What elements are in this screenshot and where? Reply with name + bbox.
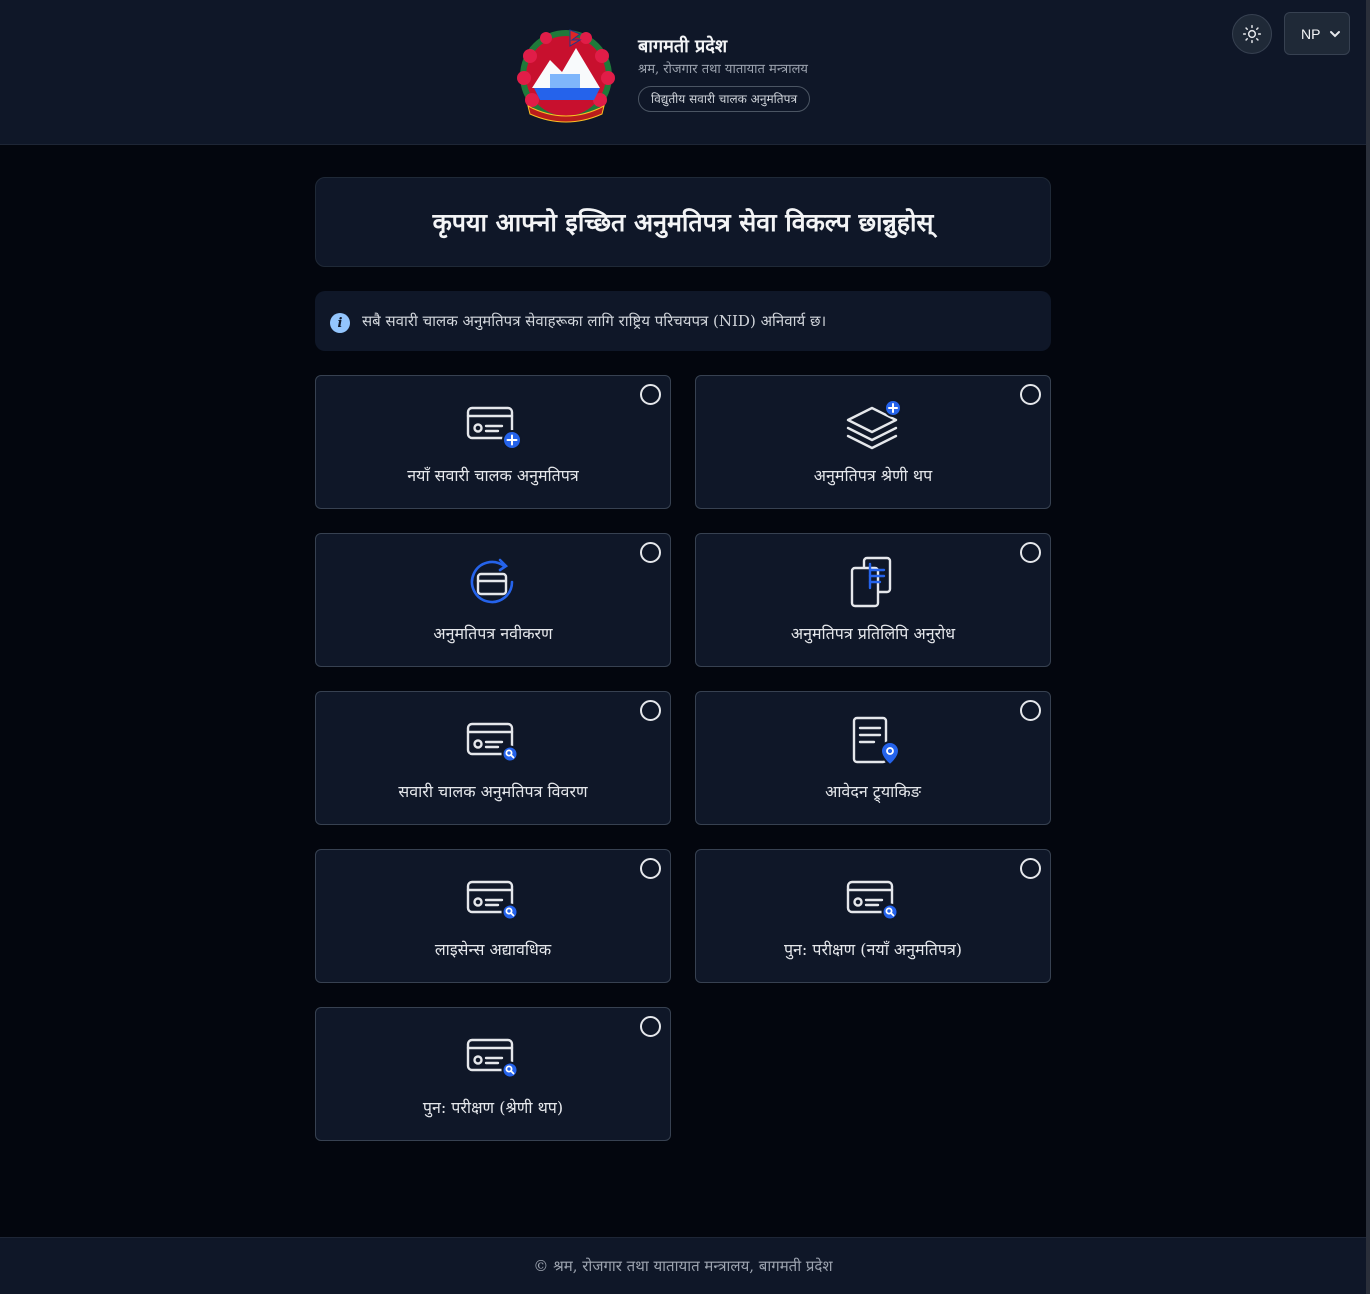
government-emblem-icon <box>517 29 615 123</box>
card-search-icon <box>466 722 519 763</box>
radio-button[interactable] <box>640 542 661 563</box>
theme-toggle-button[interactable] <box>1232 14 1272 54</box>
option-label: आवेदन ट्र्याकिङ <box>825 782 921 801</box>
radio-button[interactable] <box>1020 384 1041 405</box>
renew-card-icon <box>470 558 514 604</box>
option-card-license-update[interactable]: लाइसेन्स अद्यावधिक <box>315 849 671 983</box>
layers-plus-icon <box>846 399 902 450</box>
option-label: अनुमतिपत्र श्रेणी थप <box>813 466 933 485</box>
card-plus-icon <box>466 406 522 450</box>
option-label: पुन: परीक्षण (श्रेणी थप) <box>422 1098 564 1117</box>
brand-title: बागमती प्रदेश <box>638 36 728 57</box>
language-value: NP <box>1301 25 1321 42</box>
language-select[interactable]: NP <box>1284 12 1350 55</box>
chevron-down-icon <box>1330 31 1340 38</box>
footer: © श्रम, रोजगार तथा यातायात मन्त्रालय, बा… <box>0 1237 1366 1294</box>
brand: बागमती प्रदेश श्रम, रोजगार तथा यातायात म… <box>510 26 811 126</box>
info-icon: i <box>330 313 350 333</box>
radio-button[interactable] <box>640 1016 661 1037</box>
sun-icon <box>1242 24 1262 44</box>
radio-button[interactable] <box>1020 542 1041 563</box>
radio-button[interactable] <box>640 700 661 721</box>
radio-button[interactable] <box>1020 858 1041 879</box>
option-card-duplicate[interactable]: अनुमतिपत्र प्रतिलिपि अनुरोध <box>695 533 1051 667</box>
option-card-license-details[interactable]: सवारी चालक अनुमतिपत्र विवरण <box>315 691 671 825</box>
option-label: अनुमतिपत्र नवीकरण <box>433 624 553 643</box>
info-text: सबै सवारी चालक अनुमतिपत्र सेवाहरूका लागि… <box>362 312 827 330</box>
scrollbar[interactable] <box>1366 0 1370 1294</box>
radio-button[interactable] <box>1020 700 1041 721</box>
option-card-category-add[interactable]: अनुमतिपत्र श्रेणी थप <box>695 375 1051 509</box>
info-banner: i सबै सवारी चालक अनुमतिपत्र सेवाहरूका ला… <box>315 291 1051 351</box>
option-label: लाइसेन्स अद्यावधिक <box>434 940 552 959</box>
option-card-application-tracking[interactable]: आवेदन ट्र्याकिङ <box>695 691 1051 825</box>
card-search-icon <box>466 880 519 921</box>
option-label: नयाँ सवारी चालक अनुमतिपत्र <box>407 466 579 485</box>
option-label: सवारी चालक अनुमतिपत्र विवरण <box>398 782 588 801</box>
option-card-new-license[interactable]: नयाँ सवारी चालक अनुमतिपत्र <box>315 375 671 509</box>
option-card-retest-new[interactable]: पुन: परीक्षण (नयाँ अनुमतिपत्र) <box>695 849 1051 983</box>
card-search-icon <box>466 1038 519 1079</box>
option-label: अनुमतिपत्र प्रतिलिपि अनुरोध <box>790 624 956 643</box>
radio-button[interactable] <box>640 384 661 405</box>
option-card-retest-category[interactable]: पुन: परीक्षण (श्रेणी थप) <box>315 1007 671 1141</box>
service-pill: विद्युतीय सवारी चालक अनुमतिपत्र <box>638 86 811 112</box>
top-header: बागमती प्रदेश श्रम, रोजगार तथा यातायात म… <box>0 0 1366 145</box>
page-title: कृपया आफ्नो इच्छित अनुमतिपत्र सेवा विकल्… <box>315 177 1051 267</box>
footer-text: © श्रम, रोजगार तथा यातायात मन्त्रालय, बा… <box>533 1257 833 1275</box>
option-label: पुन: परीक्षण (नयाँ अनुमतिपत्र) <box>783 940 963 959</box>
card-search-icon <box>846 880 899 921</box>
duplicate-document-icon <box>850 556 892 608</box>
option-card-renewal[interactable]: अनुमतिपत्र नवीकरण <box>315 533 671 667</box>
document-location-icon <box>852 716 900 766</box>
brand-subtitle: श्रम, रोजगार तथा यातायात मन्त्रालय <box>638 62 808 77</box>
radio-button[interactable] <box>640 858 661 879</box>
